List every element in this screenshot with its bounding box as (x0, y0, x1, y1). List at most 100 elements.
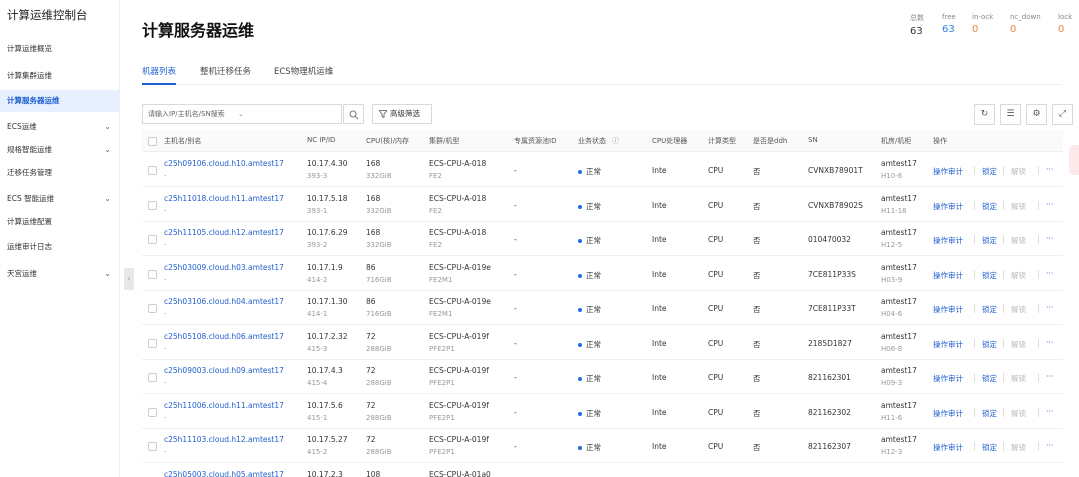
floating-helper-tab[interactable] (1069, 145, 1079, 175)
cpu-cores: 86 (366, 263, 376, 272)
memory: 288GiB (366, 345, 392, 353)
refresh-button[interactable]: ↻ (974, 104, 995, 125)
lock-link[interactable]: 锁定 (982, 201, 997, 212)
search-placeholder: 请输入IP/主机名/SN搜索 (148, 110, 225, 118)
cluster: ECS-CPU-A-019f (429, 401, 489, 410)
row-checkbox[interactable] (148, 166, 157, 175)
audit-link[interactable]: 操作审计 (933, 304, 963, 315)
unlock-link[interactable]: 解锁 (1011, 270, 1026, 281)
sidebar-item[interactable]: 规格智能运维 ⌄ (0, 139, 119, 161)
audit-link[interactable]: 操作审计 (933, 166, 963, 177)
row-checkbox[interactable] (148, 304, 157, 313)
status-text: 正常 (586, 271, 601, 280)
unlock-link[interactable]: 解锁 (1011, 304, 1026, 315)
unlock-link[interactable]: 解锁 (1011, 442, 1026, 453)
room: amtest17 (881, 194, 917, 203)
audit-link[interactable]: 操作审计 (933, 235, 963, 246)
settings-button[interactable]: ⚙ (1026, 104, 1047, 125)
row-checkbox[interactable] (148, 270, 157, 279)
lock-link[interactable]: 锁定 (982, 166, 997, 177)
select-all-checkbox[interactable] (148, 137, 157, 146)
unlock-link[interactable]: 解锁 (1011, 235, 1026, 246)
hostname-link[interactable]: c25h11103.cloud.h12.amtest17 (164, 435, 284, 444)
audit-link[interactable]: 操作审计 (933, 442, 963, 453)
unlock-link[interactable]: 解锁 (1011, 166, 1026, 177)
more-actions-icon[interactable]: ··· (1046, 200, 1053, 209)
search-button[interactable] (343, 104, 364, 124)
more-actions-icon[interactable]: ··· (1046, 407, 1053, 416)
hostname-link[interactable]: c25h03106.cloud.h04.amtest17 (164, 297, 284, 306)
sidebar-item[interactable]: 迁移任务管理 (0, 162, 119, 184)
more-actions-icon[interactable]: ··· (1046, 165, 1053, 174)
fullscreen-button[interactable]: ⤢ (1052, 104, 1073, 125)
more-actions-icon[interactable]: ··· (1046, 234, 1053, 243)
row-checkbox[interactable] (148, 201, 157, 210)
divider (974, 166, 975, 175)
hostname-link[interactable]: c25h09003.cloud.h09.amtest17 (164, 366, 284, 375)
status-text: 正常 (586, 443, 601, 452)
audit-link[interactable]: 操作审计 (933, 270, 963, 281)
sidebar-item[interactable]: 运维审计日志 (0, 236, 119, 258)
hostname-link[interactable]: c25h11018.cloud.h11.amtest17 (164, 194, 284, 203)
audit-link[interactable]: 操作审计 (933, 373, 963, 384)
audit-link[interactable]: 操作审计 (933, 201, 963, 212)
column-header: NC IP/ID (307, 136, 336, 144)
sidebar-item[interactable]: ECS 智能运维 ⌄ (0, 188, 119, 210)
audit-link[interactable]: 操作审计 (933, 408, 963, 419)
hostname-link[interactable]: c25h05003.cloud.h05.amtest17 (164, 470, 284, 477)
more-actions-icon[interactable]: ··· (1046, 338, 1053, 347)
hostname-link[interactable]: c25h11105.cloud.h12.amtest17 (164, 228, 284, 237)
search-input[interactable]: 请输入IP/主机名/SN搜索 ⌄ (142, 104, 342, 124)
tab[interactable]: 机器列表 (142, 65, 177, 85)
advanced-filter-button[interactable]: 高级筛选 (372, 104, 432, 124)
hostname-link[interactable]: c25h05108.cloud.h06.amtest17 (164, 332, 284, 341)
hostname-link[interactable]: c25h09106.cloud.h10.amtest17 (164, 159, 284, 168)
sidebar-item[interactable]: 天宫运维 ⌄ (0, 263, 119, 285)
divider (1003, 339, 1004, 348)
unlock-link[interactable]: 解锁 (1011, 373, 1026, 384)
row-checkbox[interactable] (148, 442, 157, 451)
rack: H11-6 (881, 414, 903, 422)
row-checkbox[interactable] (148, 339, 157, 348)
unlock-link[interactable]: 解锁 (1011, 339, 1026, 350)
compute-type: CPU (708, 270, 724, 279)
more-actions-icon[interactable]: ··· (1046, 441, 1053, 450)
sidebar-item-label: 计算运维配置 (7, 217, 52, 226)
chevron-down-icon[interactable]: ⌄ (238, 105, 244, 123)
filter-icon (378, 110, 388, 119)
column-header: 专属资源池ID (514, 137, 557, 145)
more-actions-icon[interactable]: ··· (1046, 372, 1053, 381)
lock-link[interactable]: 锁定 (982, 235, 997, 246)
lock-link[interactable]: 锁定 (982, 442, 997, 453)
info-icon[interactable]: ⓘ (612, 136, 619, 146)
rack: H09-3 (881, 379, 903, 387)
serial-number: 7CE811P33T (808, 304, 856, 313)
row-checkbox[interactable] (148, 408, 157, 417)
lock-link[interactable]: 锁定 (982, 270, 997, 281)
lock-link[interactable]: 锁定 (982, 373, 997, 384)
lock-link[interactable]: 锁定 (982, 408, 997, 419)
nc-ip: 10.17.2.32 (307, 332, 348, 341)
unlock-link[interactable]: 解锁 (1011, 408, 1026, 419)
sidebar-item[interactable]: 计算运维配置 (0, 211, 119, 233)
sidebar-item[interactable]: ECS运维 ⌄ (0, 116, 119, 138)
hostname-link[interactable]: c25h11006.cloud.h11.amtest17 (164, 401, 284, 410)
more-actions-icon[interactable]: ··· (1046, 303, 1053, 312)
nc-ip: 10.17.1.30 (307, 297, 348, 306)
hostname-link[interactable]: c25h03009.cloud.h03.amtest17 (164, 263, 284, 272)
column-settings-button[interactable]: ☰ (1000, 104, 1021, 125)
lock-link[interactable]: 锁定 (982, 304, 997, 315)
tab[interactable]: ECS物理机运维 (274, 65, 333, 85)
more-actions-icon[interactable]: ··· (1046, 269, 1053, 278)
row-checkbox[interactable] (148, 235, 157, 244)
business-status: 正常 (578, 408, 601, 419)
sidebar-collapse-handle[interactable]: ‹ (124, 268, 134, 290)
audit-link[interactable]: 操作审计 (933, 339, 963, 350)
unlock-link[interactable]: 解锁 (1011, 201, 1026, 212)
tab[interactable]: 整机迁移任务 (200, 65, 251, 85)
row-checkbox[interactable] (148, 373, 157, 382)
lock-link[interactable]: 锁定 (982, 339, 997, 350)
sidebar-item[interactable]: 计算服务器运维 (0, 90, 119, 112)
divider (1038, 270, 1039, 279)
sidebar-item[interactable]: 计算集群运维 (0, 65, 119, 87)
